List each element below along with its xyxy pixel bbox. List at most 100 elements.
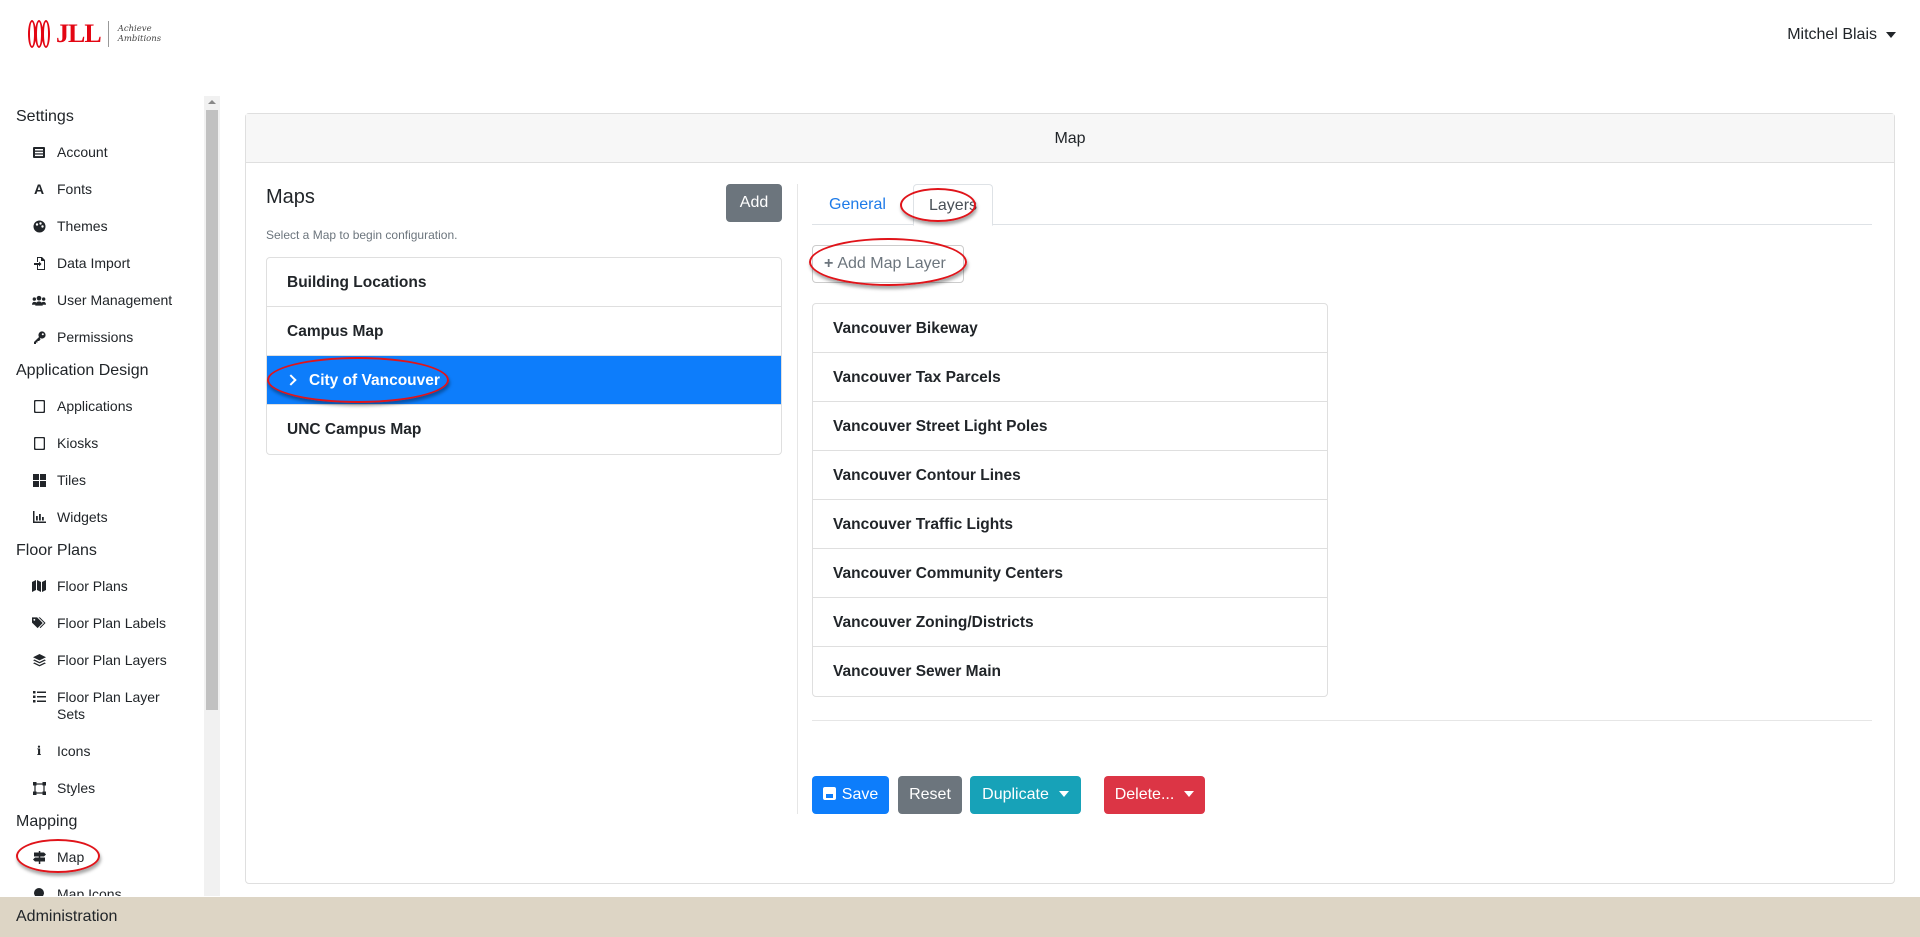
plus-icon: + [824, 255, 834, 272]
footer-bar: Administration [0, 897, 1920, 937]
scroll-up-arrow-icon[interactable] [208, 100, 216, 104]
logo-tagline: Achieve Ambitions [118, 24, 161, 44]
key-icon [32, 330, 46, 344]
map-icon [32, 579, 46, 593]
sidebar-item-label: Icons [57, 743, 91, 759]
sidebar-item-tiles[interactable]: Tiles [0, 472, 204, 489]
map-item-label: City of Vancouver [309, 371, 440, 389]
tab-general[interactable]: General [812, 184, 903, 225]
list-icon [32, 145, 46, 159]
layers-icon [32, 653, 46, 667]
chart-icon [32, 510, 46, 524]
layer-item[interactable]: Vancouver Sewer Main [813, 647, 1327, 696]
info-icon: i [36, 743, 42, 758]
maps-list: Building Locations Campus Map City of Va… [266, 257, 782, 455]
map-item-campus-map[interactable]: Campus Map [267, 307, 781, 356]
save-icon [822, 787, 836, 800]
caret-down-icon [1886, 32, 1896, 38]
sidebar-item-label: Account [57, 144, 108, 160]
sidebar-item-account[interactable]: Account [0, 144, 204, 161]
scrollbar-thumb[interactable] [206, 110, 218, 710]
config-tabs: General Layers [812, 184, 1872, 226]
tab-layers[interactable]: Layers [913, 184, 994, 226]
map-config-card: Map Maps Select a Map to begin configura… [245, 113, 1895, 884]
map-item-city-of-vancouver[interactable]: City of Vancouver [267, 356, 781, 405]
sidebar-item-data-import[interactable]: Data Import [0, 255, 204, 272]
save-label: Save [841, 786, 879, 803]
sidebar-item-label: Map Icons [57, 886, 122, 896]
sidebar: Settings Account A Fonts Themes Data Impo… [0, 96, 204, 896]
sidebar-item-map-icons[interactable]: Map Icons [0, 886, 204, 896]
sidebar-item-label: Floor Plan Layers [57, 652, 167, 668]
card-title: Map [246, 114, 1894, 163]
palette-icon [32, 219, 46, 233]
grid-icon [32, 473, 46, 487]
layer-item[interactable]: Vancouver Contour Lines [813, 451, 1327, 500]
user-menu[interactable]: Mitchel Blais [1787, 26, 1896, 44]
sidebar-item-label: Permissions [57, 329, 134, 345]
sidebar-item-label: User Management [57, 292, 173, 308]
sidebar-item-floor-plan-labels[interactable]: Floor Plan Labels [0, 615, 204, 632]
users-icon [32, 293, 46, 307]
add-map-button[interactable]: Add [726, 184, 782, 222]
chevron-right-icon [285, 374, 297, 386]
layers-list: Vancouver Bikeway Vancouver Tax Parcels … [812, 303, 1328, 697]
delete-label: Delete... [1114, 786, 1175, 803]
sidebar-item-label: Kiosks [57, 435, 99, 451]
sidebar-item-styles[interactable]: Styles [0, 780, 204, 797]
tasks-icon [32, 690, 46, 704]
app-header: JLL Achieve Ambitions Mitchel Blais [0, 0, 1920, 70]
signs-icon [32, 850, 46, 864]
user-name: Mitchel Blais [1787, 26, 1877, 43]
layer-item[interactable]: Vancouver Bikeway [813, 304, 1327, 353]
layer-item[interactable]: Vancouver Tax Parcels [813, 353, 1327, 402]
sidebar-section-application-design: Application Design [16, 362, 149, 379]
sidebar-item-applications[interactable]: Applications [0, 398, 204, 415]
map-item-label: Campus Map [287, 322, 384, 340]
sidebar-item-user-management[interactable]: User Management [0, 292, 204, 309]
layer-item[interactable]: Vancouver Community Centers [813, 549, 1327, 598]
sidebar-item-map[interactable]: Map [0, 849, 204, 866]
font-icon: A [33, 180, 45, 197]
delete-button[interactable]: Delete... [1104, 776, 1205, 814]
tablet-icon [32, 399, 46, 413]
map-item-unc-campus-map[interactable]: UNC Campus Map [267, 405, 781, 454]
sidebar-item-label: Floor Plan Labels [57, 615, 166, 631]
sidebar-item-label: Themes [57, 218, 108, 234]
logo-text: JLL [56, 19, 102, 48]
jll-logo[interactable]: JLL Achieve Ambitions [28, 18, 161, 50]
jll-logo-mark-icon [28, 18, 52, 50]
sidebar-item-fonts[interactable]: A Fonts [0, 181, 204, 198]
map-item-label: UNC Campus Map [287, 421, 422, 438]
sidebar-item-label: Map [57, 849, 85, 865]
sidebar-item-floor-plan-layer-sets[interactable]: Floor Plan Layer Sets [0, 689, 180, 723]
sidebar-item-widgets[interactable]: Widgets [0, 509, 204, 526]
caret-down-icon [1184, 791, 1195, 797]
map-item-label: Building Locations [287, 273, 427, 291]
tags-icon [32, 616, 46, 630]
sidebar-item-kiosks[interactable]: Kiosks [0, 435, 204, 452]
sidebar-item-label: Tiles [57, 472, 87, 488]
reset-button[interactable]: Reset [898, 776, 962, 814]
sidebar-item-label: Fonts [57, 181, 93, 197]
sidebar-item-themes[interactable]: Themes [0, 218, 204, 235]
duplicate-button[interactable]: Duplicate [970, 776, 1081, 814]
map-item-building-locations[interactable]: Building Locations [267, 258, 781, 307]
sidebar-item-icons[interactable]: i Icons [0, 743, 204, 760]
sidebar-item-label: Data Import [57, 255, 131, 271]
tagline-line-1: Achieve [117, 24, 152, 34]
footer-label: Administration [16, 908, 118, 925]
save-button[interactable]: Save [812, 776, 889, 814]
maps-panel-title: Maps [266, 186, 315, 208]
sidebar-item-permissions[interactable]: Permissions [0, 329, 204, 346]
layer-item[interactable]: Vancouver Street Light Poles [813, 402, 1327, 451]
add-map-layer-button[interactable]: + Add Map Layer [812, 245, 964, 283]
sidebar-item-floor-plans[interactable]: Floor Plans [0, 578, 204, 595]
layer-item[interactable]: Vancouver Zoning/Districts [813, 598, 1327, 647]
tagline-line-2: Ambitions [117, 34, 162, 44]
sidebar-item-floor-plan-layers[interactable]: Floor Plan Layers [0, 652, 204, 669]
logo-separator [107, 21, 109, 47]
sidebar-scrollbar[interactable] [204, 96, 220, 896]
layer-item[interactable]: Vancouver Traffic Lights [813, 500, 1327, 549]
file-import-icon [32, 256, 46, 270]
